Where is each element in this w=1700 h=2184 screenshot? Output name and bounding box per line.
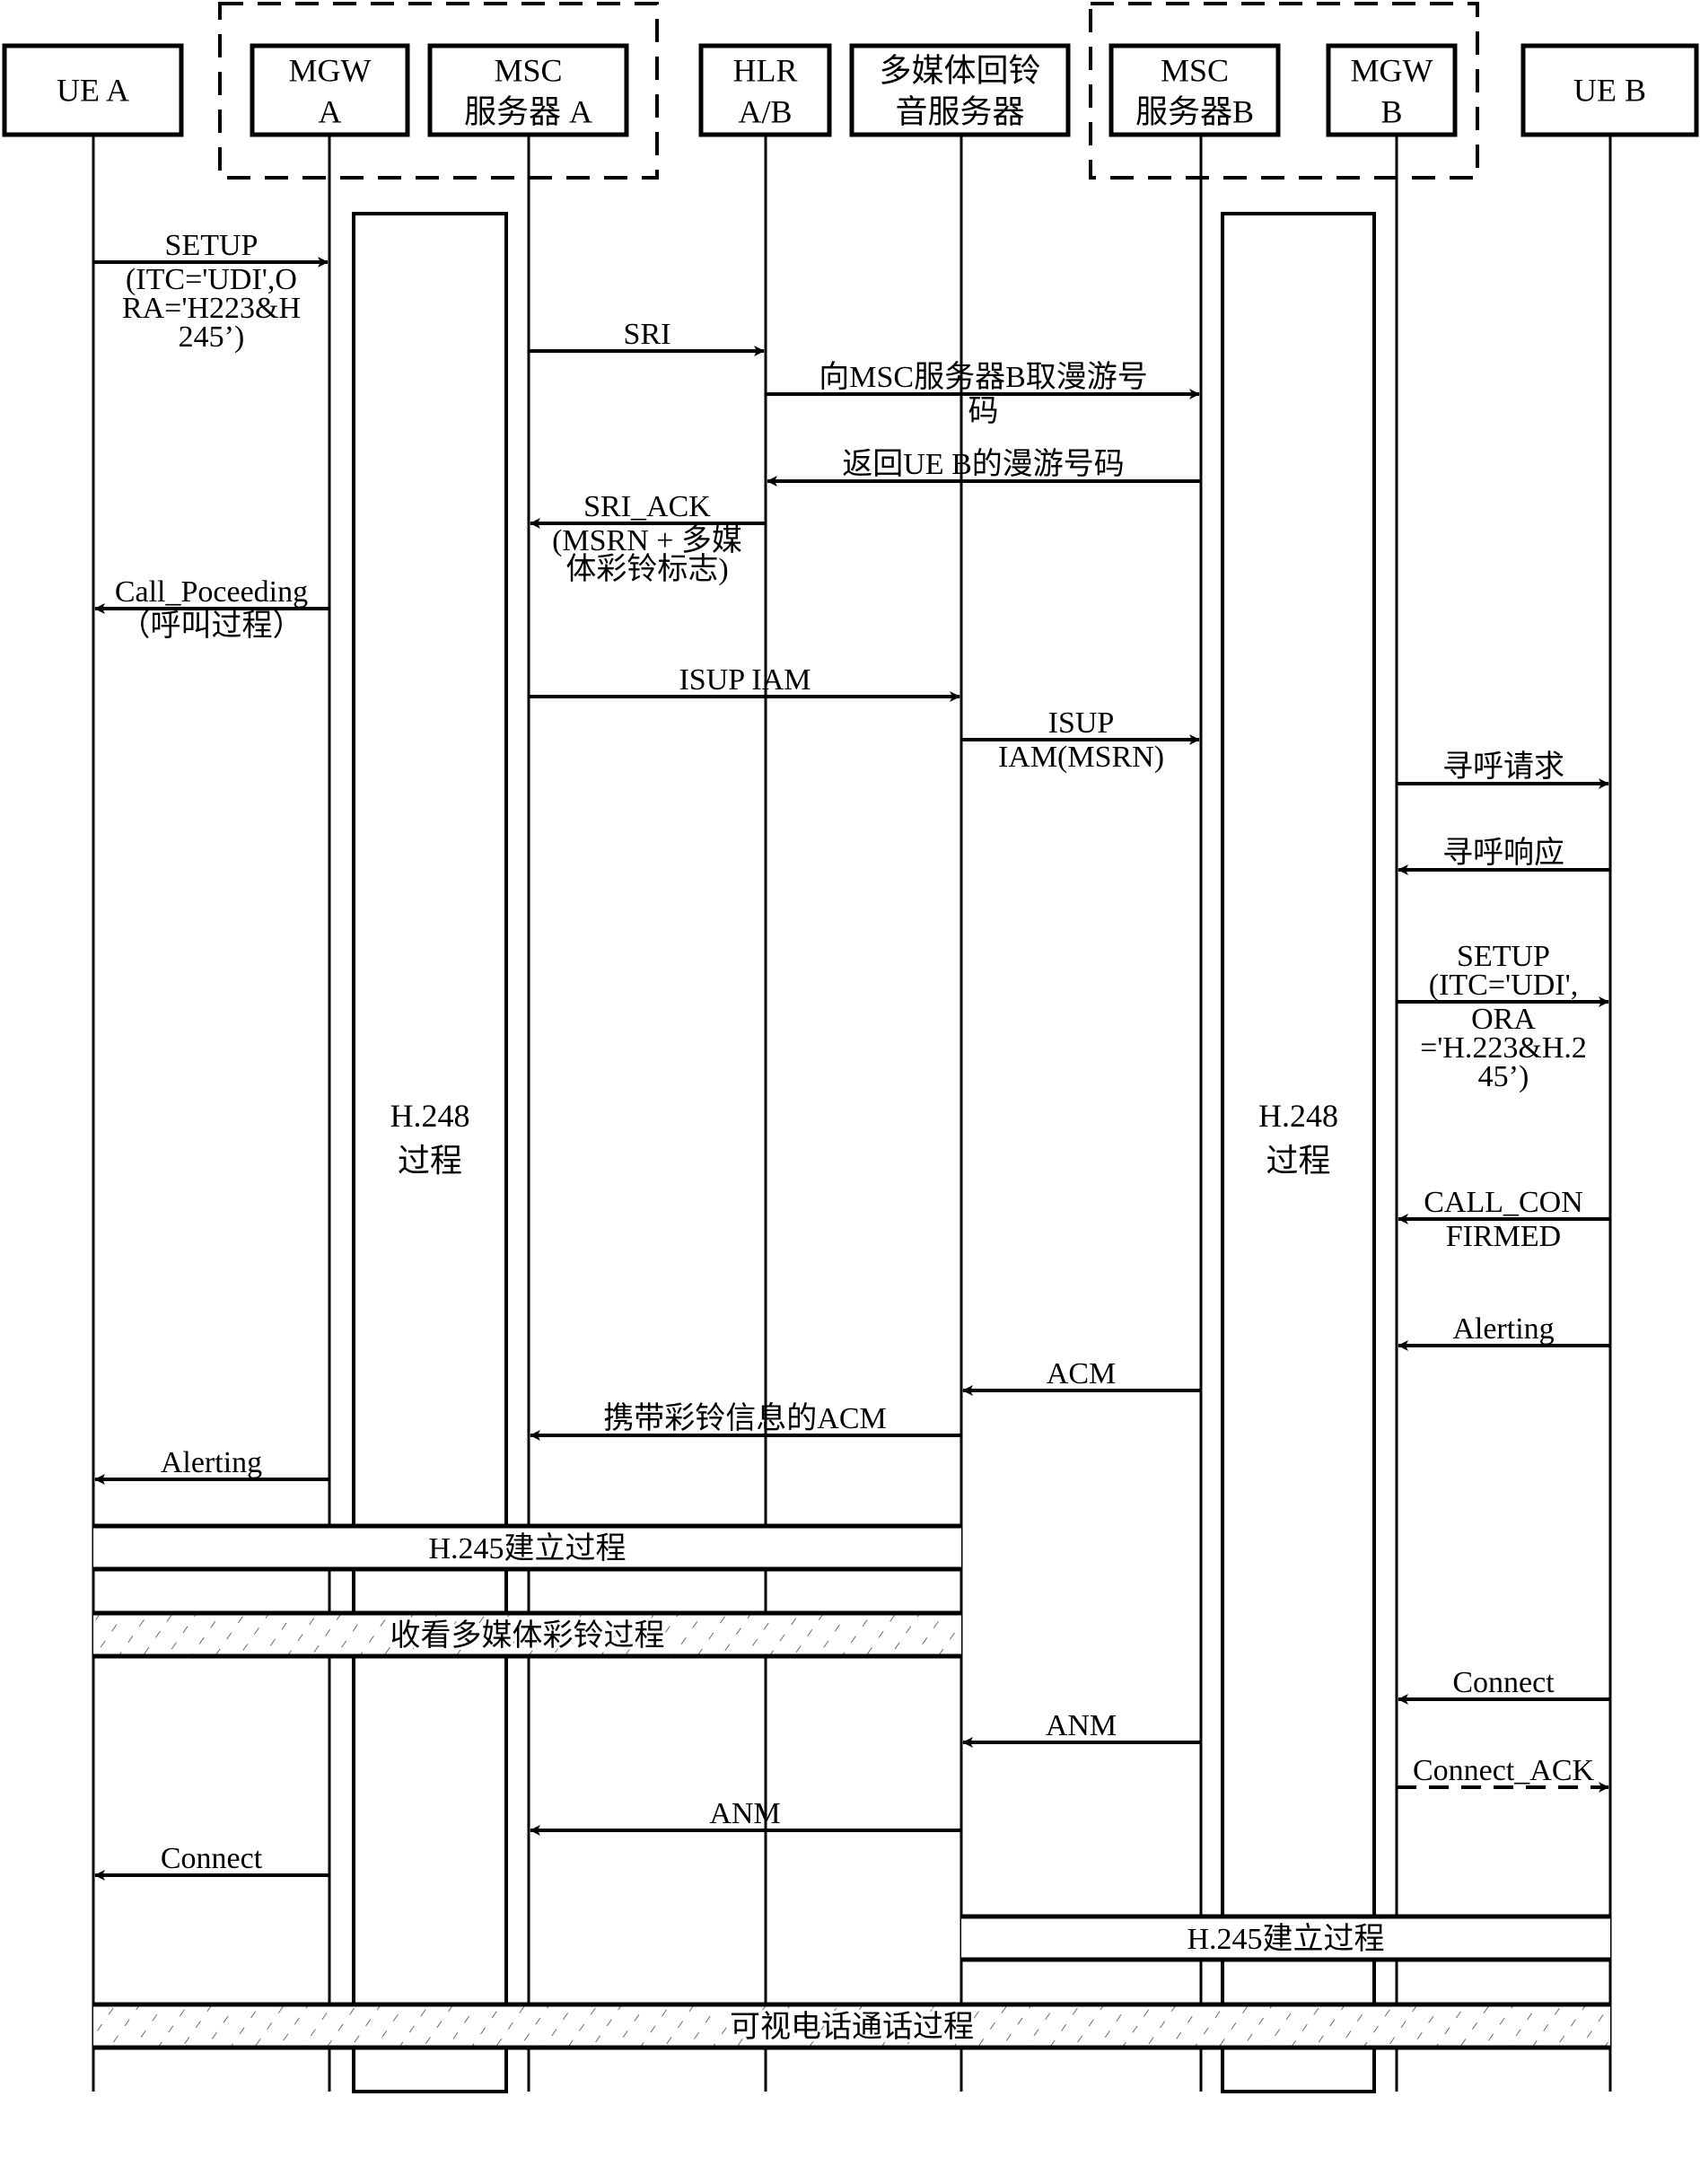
message-19: ANM bbox=[530, 1797, 961, 1836]
participant-label: 多媒体回铃 bbox=[879, 53, 1040, 89]
message-label: Call_Poceeding bbox=[115, 575, 308, 609]
message-label: IAM(MSRN) bbox=[998, 741, 1164, 774]
phase-label: 收看多媒体彩铃过程 bbox=[390, 1618, 665, 1653]
message-label: Connect bbox=[1452, 1666, 1555, 1699]
process-box-h248-b: H.248 过程 bbox=[1221, 212, 1376, 2093]
process-box-label: 过程 bbox=[1266, 1143, 1330, 1179]
participant-label: UE B bbox=[1573, 73, 1646, 109]
message-9: 寻呼响应 bbox=[1398, 836, 1610, 875]
participant-ueB: UE B bbox=[1520, 43, 1699, 137]
message-label: 245’) bbox=[179, 320, 245, 354]
phase-label: H.245建立过程 bbox=[428, 1531, 626, 1566]
message-label: Connect bbox=[161, 1842, 263, 1875]
participant-label: 服务器 A bbox=[464, 94, 592, 130]
message-3: 返回UE B的漫游号码 bbox=[767, 447, 1201, 487]
message-label: Alerting bbox=[1452, 1312, 1554, 1346]
process-box-label: 过程 bbox=[398, 1143, 462, 1179]
message-label: SRI_ACK bbox=[583, 490, 711, 523]
message-label: ANM bbox=[1046, 1709, 1117, 1742]
message-label: FIRMED bbox=[1446, 1220, 1561, 1253]
message-label: 寻呼响应 bbox=[1442, 836, 1564, 870]
message-20: Connect bbox=[94, 1842, 329, 1881]
message-7: ISUPIAM(MSRN) bbox=[961, 706, 1200, 774]
message-13: ACM bbox=[962, 1357, 1201, 1396]
participant-mgwB: MGW B bbox=[1326, 43, 1458, 137]
message-15: Alerting bbox=[94, 1446, 329, 1485]
participant-label: HLR bbox=[733, 53, 798, 89]
message-6: ISUP IAM bbox=[529, 663, 960, 702]
phase-bar-1: 收看多媒体彩铃过程 bbox=[93, 1610, 961, 1659]
process-box-label: H.248 bbox=[390, 1098, 470, 1134]
process-box-label: H.248 bbox=[1258, 1098, 1338, 1134]
participant-mrbt: 多媒体回铃音服务器 bbox=[849, 43, 1071, 137]
participant-label: 音服务器 bbox=[895, 94, 1024, 130]
message-label: ANM bbox=[709, 1797, 780, 1830]
message-18: Connect_ACK bbox=[1397, 1754, 1609, 1793]
participant-label: 服务器B bbox=[1135, 94, 1254, 130]
message-label: （呼叫过程） bbox=[120, 609, 303, 643]
message-1: SRI bbox=[529, 318, 765, 356]
message-2: 向MSC服务器B取漫游号码 bbox=[766, 360, 1200, 428]
message-label: 体彩铃标志) bbox=[565, 552, 728, 586]
message-label: 向MSC服务器B取漫游号 bbox=[819, 360, 1148, 394]
participant-label: MGW bbox=[289, 53, 372, 89]
message-8: 寻呼请求 bbox=[1397, 750, 1609, 789]
message-5: Call_Poceeding（呼叫过程） bbox=[94, 575, 329, 643]
message-label: ISUP IAM bbox=[679, 663, 811, 697]
message-label: SRI bbox=[624, 318, 671, 351]
participant-label: MSC bbox=[1161, 53, 1229, 89]
message-17: ANM bbox=[962, 1709, 1201, 1748]
phase-bar-3: 可视电话通话过程 bbox=[93, 2002, 1610, 2050]
participant-label: MSC bbox=[494, 53, 562, 89]
participant-hlr: HLR A/B bbox=[698, 43, 832, 137]
message-label: Alerting bbox=[161, 1446, 262, 1479]
message-label: 45’) bbox=[1478, 1060, 1529, 1093]
participant-mscB: MSC 服务器B bbox=[1109, 43, 1281, 137]
process-box-h248-a: H.248 过程 bbox=[352, 212, 508, 2093]
phase-label: 可视电话通话过程 bbox=[730, 2010, 974, 2044]
phase-bar-2: H.245建立过程 bbox=[961, 1914, 1610, 1962]
message-label: 寻呼请求 bbox=[1442, 750, 1564, 784]
participant-ueA: UE A bbox=[2, 43, 184, 137]
phase-label: H.245建立过程 bbox=[1187, 1922, 1384, 1956]
participant-label: B bbox=[1380, 94, 1402, 130]
message-14: 携带彩铃信息的ACM bbox=[530, 1401, 961, 1441]
participant-mscA: MSC 服务器 A bbox=[427, 43, 629, 137]
message-label: 码 bbox=[968, 395, 999, 428]
participant-label: A bbox=[319, 94, 342, 130]
sequence-diagram: H.248 过程 H.248 过程 UE A MGW A MSC 服务器 A HLR A/B 多媒体… bbox=[2, 2, 1699, 2093]
participant-mgwA: MGW A bbox=[250, 43, 410, 137]
message-4: SRI_ACK(MSRN + 多媒体彩铃标志) bbox=[530, 490, 766, 586]
message-label: 返回UE B的漫游号码 bbox=[842, 447, 1125, 481]
participant-label: UE A bbox=[57, 73, 129, 109]
message-11: CALL_CONFIRMED bbox=[1398, 1186, 1610, 1253]
message-label: CALL_CON bbox=[1424, 1186, 1583, 1219]
phase-bar-0: H.245建立过程 bbox=[93, 1523, 961, 1572]
message-12: Alerting bbox=[1398, 1312, 1610, 1351]
message-label: Connect_ACK bbox=[1413, 1754, 1595, 1787]
message-label: 携带彩铃信息的ACM bbox=[603, 1401, 886, 1435]
message-label: ISUP bbox=[1048, 706, 1115, 740]
message-16: Connect bbox=[1398, 1666, 1610, 1705]
message-0: SETUP(ITC='UDI',ORA='H223&H245’) bbox=[93, 229, 329, 354]
message-label: (ITC='UDI', bbox=[1429, 969, 1578, 1002]
participant-label: MGW bbox=[1351, 53, 1433, 89]
participant-label: A/B bbox=[738, 94, 792, 130]
message-label: ACM bbox=[1047, 1357, 1116, 1390]
message-label: SETUP bbox=[165, 229, 259, 262]
message-10: SETUP(ITC='UDI',ORA='H.223&H.245’) bbox=[1397, 940, 1609, 1093]
